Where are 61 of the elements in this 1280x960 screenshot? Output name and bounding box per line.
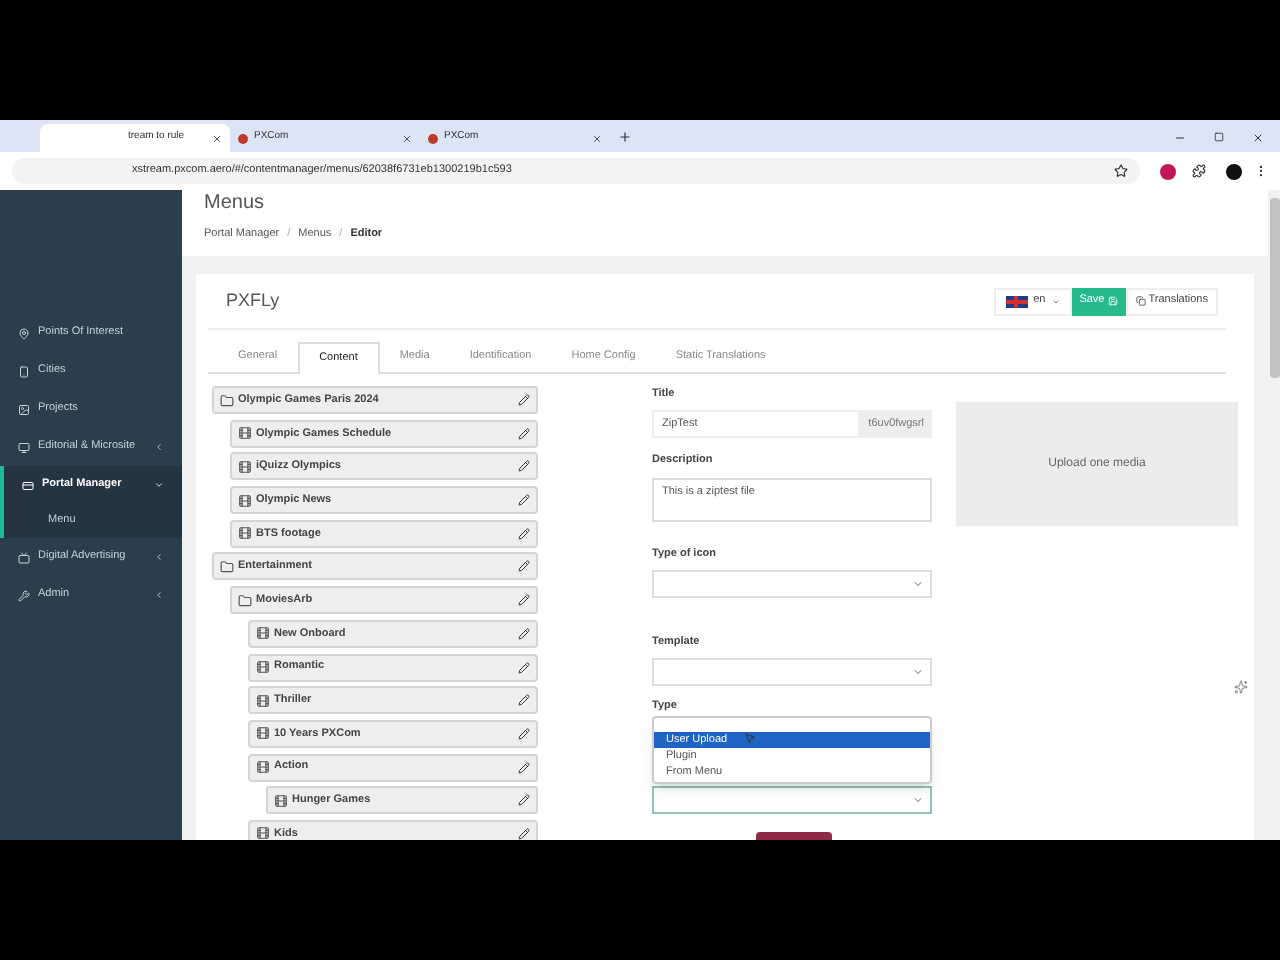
film-icon [256,660,270,674]
folder-icon [220,393,234,407]
edit-icon[interactable] [518,427,530,440]
site-icon [238,133,248,143]
minimize-icon[interactable] [1174,132,1186,144]
card-title: PXFLy [226,287,280,314]
film-icon [238,493,252,508]
edit-icon[interactable] [518,527,530,540]
chevron-icon [154,552,164,562]
film-icon [256,760,270,775]
copy-icon [1136,296,1147,306]
edit-icon[interactable] [518,761,530,774]
chevron-icon [154,590,164,600]
new-tab-icon[interactable] [618,130,632,144]
chevron-icon [912,577,924,590]
menu-icon[interactable] [1254,164,1268,178]
film-icon [256,693,270,708]
sidebar-item-icon [18,551,30,563]
film-icon [238,459,252,474]
bookmark-star-icon[interactable] [1114,164,1128,178]
site-icon [428,133,438,143]
film-icon [238,526,252,541]
film-icon [256,626,270,641]
profile-avatar[interactable] [1226,163,1242,179]
sidebar-item-icon [18,327,30,339]
edit-icon[interactable] [518,794,530,807]
chevron-icon [154,480,164,490]
sidebar-item-icon [18,365,30,377]
edit-icon[interactable] [518,627,530,640]
chevron-icon [154,442,164,452]
folder-icon [220,559,234,574]
edit-icon[interactable] [518,494,530,507]
sidebar-item-icon [18,403,30,415]
sidebar-item-icon [18,589,30,601]
chevron-icon [912,666,924,678]
page-title: Menus [204,192,267,216]
chevron-icon [912,794,924,807]
close-icon[interactable] [1252,132,1264,144]
extension-icon[interactable] [1160,163,1176,179]
edit-icon[interactable] [518,661,530,673]
maximize-icon[interactable] [1214,132,1224,142]
edit-icon[interactable] [518,394,530,406]
mouse-cursor-icon [744,732,756,744]
puzzle-icon[interactable] [1192,164,1206,178]
sidebar-item-icon [18,441,30,453]
film-icon [238,426,252,441]
save-icon [1108,296,1119,306]
edit-icon[interactable] [518,560,530,573]
edit-icon[interactable] [518,460,530,473]
film-icon [256,726,270,741]
sidebar-item-icon [22,479,34,491]
film-icon [274,793,288,808]
flag-icon [1005,295,1028,307]
scrollbar[interactable] [1268,190,1280,840]
edit-icon[interactable] [518,694,530,707]
edit-icon[interactable] [518,594,530,607]
floating-widget-icon[interactable] [1234,680,1248,694]
folder-icon [238,593,252,608]
edit-icon[interactable] [518,727,530,740]
edit-icon[interactable] [518,827,530,840]
film-icon [256,826,270,840]
